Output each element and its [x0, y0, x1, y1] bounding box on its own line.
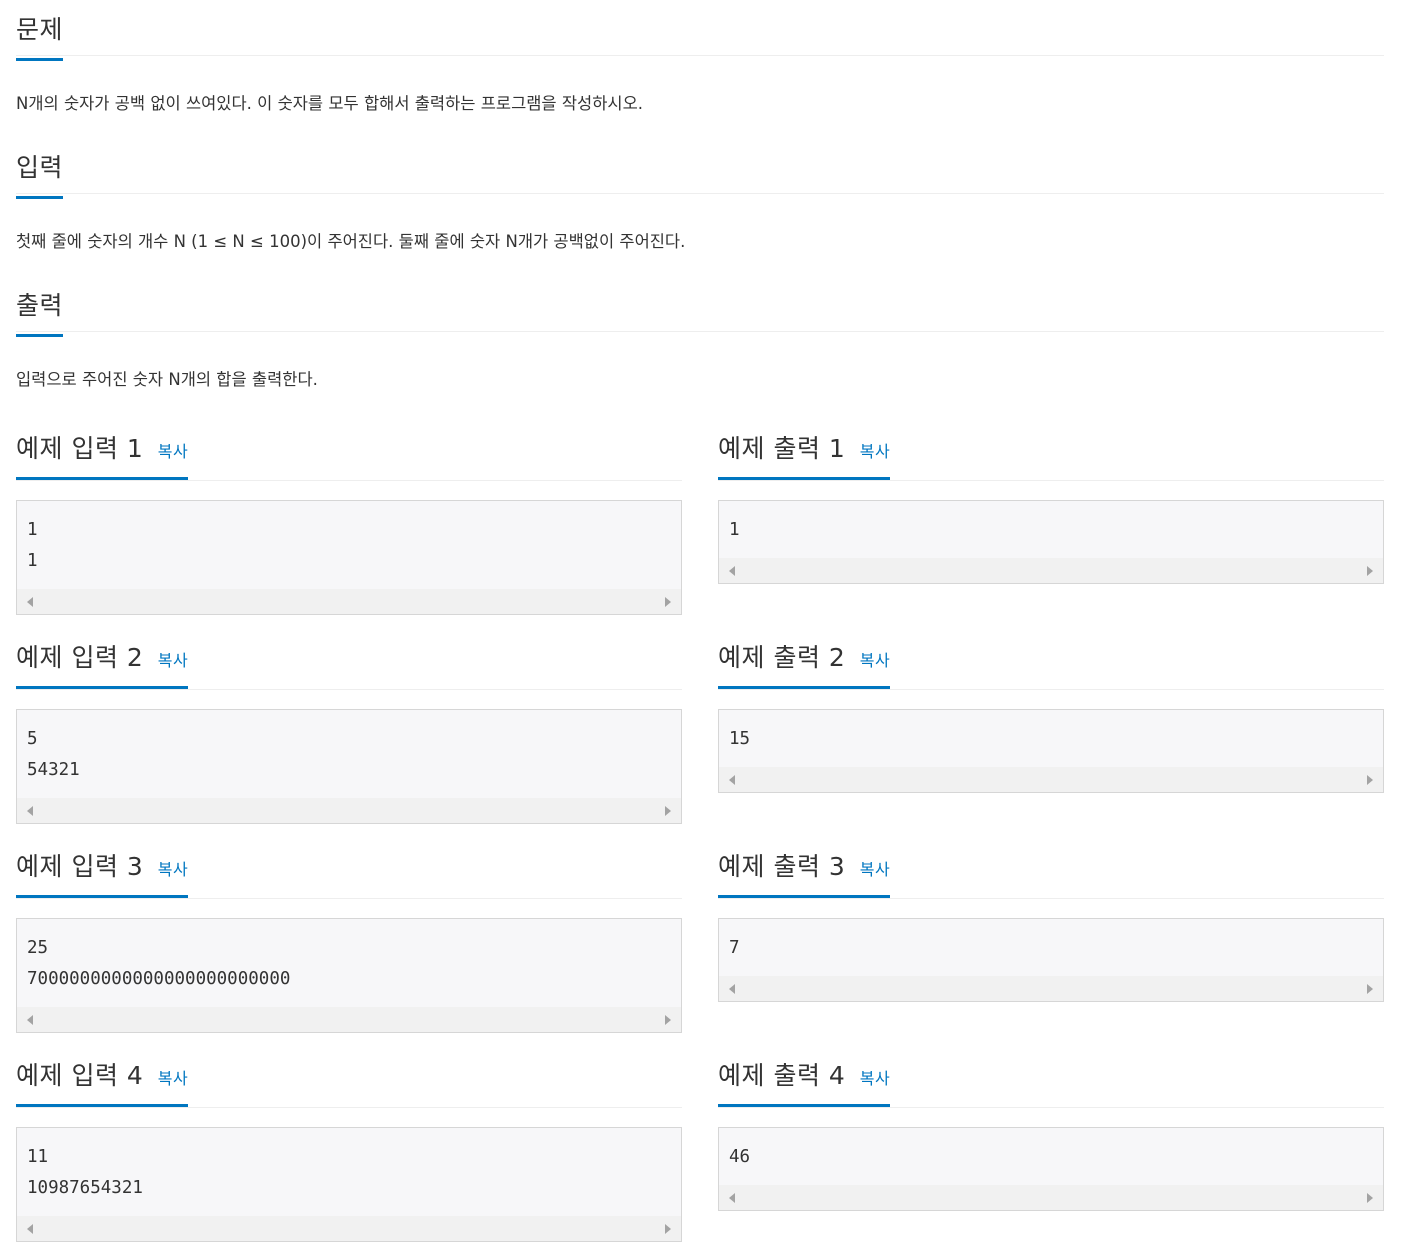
sample-input-box: 25 7000000000000000000000000 — [16, 918, 682, 1033]
horizontal-scrollbar[interactable] — [719, 976, 1383, 1001]
sample-output-code: 1 — [729, 520, 740, 540]
sample-input-title: 예제 입력 1 — [16, 434, 144, 463]
sample-headline: 예제 출력 1 복사 — [718, 414, 1384, 481]
sample-input-code: 11 10987654321 — [27, 1147, 143, 1198]
horizontal-scrollbar[interactable] — [17, 1216, 681, 1241]
scroll-left-icon[interactable] — [27, 597, 33, 607]
scroll-right-icon[interactable] — [665, 1224, 671, 1234]
sample-input-code: 1 1 — [27, 520, 38, 571]
sample-row: 예제 입력 4 복사 11 10987654321 예제 출력 4 복사 46 — [16, 1041, 1384, 1250]
copy-button[interactable]: 복사 — [158, 651, 188, 670]
sample-row: 예제 입력 3 복사 25 7000000000000000000000000 … — [16, 832, 1384, 1041]
scroll-right-icon[interactable] — [1367, 775, 1373, 785]
sample-output-box: 46 — [718, 1127, 1384, 1211]
sample-headline: 예제 입력 4 복사 — [16, 1041, 682, 1108]
sample-headline: 예제 입력 3 복사 — [16, 832, 682, 899]
copy-button[interactable]: 복사 — [158, 1069, 188, 1088]
sample-row: 예제 입력 1 복사 1 1 예제 출력 1 복사 1 — [16, 414, 1384, 623]
sample-input-4: 예제 입력 4 복사 11 10987654321 — [16, 1041, 682, 1242]
sample-output-box: 1 — [718, 500, 1384, 584]
sample-output-title: 예제 출력 4 — [718, 1061, 846, 1090]
scroll-right-icon[interactable] — [665, 597, 671, 607]
sample-input-title: 예제 입력 3 — [16, 852, 144, 881]
sample-headline: 예제 입력 1 복사 — [16, 414, 682, 481]
scroll-right-icon[interactable] — [1367, 984, 1373, 994]
sample-input-2: 예제 입력 2 복사 5 54321 — [16, 623, 682, 824]
sample-input-box: 5 54321 — [16, 709, 682, 824]
sample-output-box: 7 — [718, 918, 1384, 1002]
copy-button[interactable]: 복사 — [860, 860, 890, 879]
scroll-left-icon[interactable] — [729, 1193, 735, 1203]
sample-output-1: 예제 출력 1 복사 1 — [718, 414, 1384, 584]
sample-input-code: 5 54321 — [27, 729, 80, 780]
horizontal-scrollbar[interactable] — [719, 558, 1383, 583]
sample-input-3: 예제 입력 3 복사 25 7000000000000000000000000 — [16, 832, 682, 1033]
sample-output-code: 46 — [729, 1147, 751, 1167]
sample-output-2: 예제 출력 2 복사 15 — [718, 623, 1384, 793]
copy-button[interactable]: 복사 — [158, 442, 188, 461]
copy-button[interactable]: 복사 — [860, 651, 890, 670]
sample-headline: 예제 출력 2 복사 — [718, 623, 1384, 690]
copy-button[interactable]: 복사 — [158, 860, 188, 879]
horizontal-scrollbar[interactable] — [719, 767, 1383, 792]
copy-button[interactable]: 복사 — [860, 1069, 890, 1088]
sample-output-4: 예제 출력 4 복사 46 — [718, 1041, 1384, 1211]
problem-page: 문제 N개의 숫자가 공백 없이 쓰여있다. 이 숫자를 모두 합해서 출력하는… — [0, 0, 1419, 1250]
sample-input-1: 예제 입력 1 복사 1 1 — [16, 414, 682, 615]
section-headline: 문제 — [16, 0, 1384, 61]
sample-output-code: 15 — [729, 729, 751, 749]
sample-headline: 예제 출력 4 복사 — [718, 1041, 1384, 1108]
scroll-right-icon[interactable] — [665, 806, 671, 816]
sample-input-box: 11 10987654321 — [16, 1127, 682, 1242]
scroll-left-icon[interactable] — [729, 775, 735, 785]
section-title: 출력 — [16, 286, 64, 337]
sample-output-code: 7 — [729, 938, 740, 958]
sample-input-title: 예제 입력 2 — [16, 643, 144, 672]
output-description: 입력으로 주어진 숫자 N개의 합을 출력한다. — [16, 370, 318, 389]
horizontal-scrollbar[interactable] — [17, 1007, 681, 1032]
sample-input-title: 예제 입력 4 — [16, 1061, 144, 1090]
sample-output-title: 예제 출력 2 — [718, 643, 846, 672]
scroll-left-icon[interactable] — [729, 566, 735, 576]
sample-output-title: 예제 출력 3 — [718, 852, 846, 881]
horizontal-scrollbar[interactable] — [719, 1185, 1383, 1210]
sample-row: 예제 입력 2 복사 5 54321 예제 출력 2 복사 15 — [16, 623, 1384, 832]
sample-output-title: 예제 출력 1 — [718, 434, 846, 463]
sample-output-box: 15 — [718, 709, 1384, 793]
section-title: 입력 — [16, 148, 64, 199]
scroll-right-icon[interactable] — [665, 1015, 671, 1025]
sample-output-3: 예제 출력 3 복사 7 — [718, 832, 1384, 1002]
sample-headline: 예제 입력 2 복사 — [16, 623, 682, 690]
copy-button[interactable]: 복사 — [860, 442, 890, 461]
scroll-left-icon[interactable] — [27, 806, 33, 816]
sample-input-code: 25 7000000000000000000000000 — [27, 938, 291, 989]
section-headline: 입력 — [16, 138, 1384, 199]
scroll-right-icon[interactable] — [1367, 1193, 1373, 1203]
section-problem: 문제 N개의 숫자가 공백 없이 쓰여있다. 이 숫자를 모두 합해서 출력하는… — [16, 0, 1384, 138]
horizontal-scrollbar[interactable] — [17, 589, 681, 614]
problem-description: N개의 숫자가 공백 없이 쓰여있다. 이 숫자를 모두 합해서 출력하는 프로… — [16, 94, 644, 113]
samples: 예제 입력 1 복사 1 1 예제 출력 1 복사 1 예제 입력 2 복사 5… — [16, 414, 1384, 1250]
section-headline: 출력 — [16, 276, 1384, 337]
sample-input-box: 1 1 — [16, 500, 682, 615]
section-output: 출력 입력으로 주어진 숫자 N개의 합을 출력한다. — [16, 276, 1384, 414]
scroll-left-icon[interactable] — [27, 1224, 33, 1234]
input-description: 첫째 줄에 숫자의 개수 N (1 ≤ N ≤ 100)이 주어진다. 둘째 줄… — [16, 232, 686, 251]
scroll-right-icon[interactable] — [1367, 566, 1373, 576]
section-title: 문제 — [16, 10, 64, 61]
section-input: 입력 첫째 줄에 숫자의 개수 N (1 ≤ N ≤ 100)이 주어진다. 둘… — [16, 138, 1384, 276]
horizontal-scrollbar[interactable] — [17, 798, 681, 823]
sample-headline: 예제 출력 3 복사 — [718, 832, 1384, 899]
scroll-left-icon[interactable] — [27, 1015, 33, 1025]
scroll-left-icon[interactable] — [729, 984, 735, 994]
